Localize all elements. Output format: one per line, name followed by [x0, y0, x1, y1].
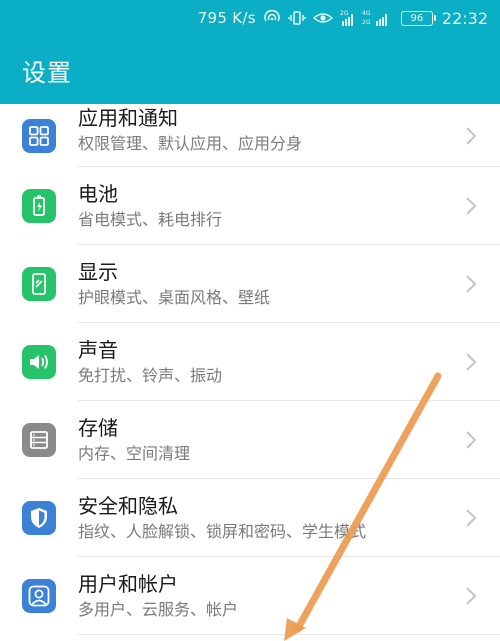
item-title: 应用和通知 [78, 106, 178, 131]
item-subtitle: 省电模式、耗电排行 [78, 210, 223, 229]
settings-item-apps-notifications[interactable]: 应用和通知 权限管理、默认应用、应用分身 [0, 104, 500, 167]
item-subtitle: 护眼模式、桌面风格、壁纸 [78, 288, 271, 307]
shield-icon [22, 501, 56, 535]
item-title: 用户和帐户 [78, 572, 178, 596]
battery-level: 96 [410, 12, 424, 24]
settings-list: 应用和通知 权限管理、默认应用、应用分身 电池 省电模式、耗电排行 显示 护眼模… [0, 104, 500, 635]
chevron-right-icon [466, 353, 477, 371]
chevron-right-icon [466, 509, 477, 527]
battery-indicator: 96 [400, 10, 436, 26]
clock: 22:32 [441, 8, 488, 28]
svg-text:4G: 4G [362, 10, 371, 17]
svg-text:2G: 2G [340, 10, 349, 17]
network-speed: 795 K/s [197, 9, 256, 27]
chevron-right-icon [466, 431, 477, 449]
item-title: 电池 [78, 182, 118, 206]
storage-icon [22, 423, 56, 457]
divider [78, 634, 500, 635]
item-subtitle: 指纹、人脸解锁、锁屏和密码、学生模式 [78, 522, 367, 541]
vibrate-icon [288, 10, 306, 26]
svg-text:2G: 2G [362, 19, 371, 26]
chevron-right-icon [466, 587, 477, 605]
user-icon [22, 579, 56, 613]
sound-icon [22, 345, 56, 379]
display-icon [22, 267, 56, 301]
chevron-right-icon [466, 197, 477, 215]
hotspot-icon [263, 10, 281, 26]
status-bar: 795 K/s 2G 4G 2G 96 22:32 [0, 0, 500, 36]
item-title: 安全和隐私 [78, 494, 178, 518]
item-subtitle: 多用户、云服务、帐户 [78, 600, 239, 619]
item-title: 存储 [78, 416, 118, 440]
chevron-right-icon [466, 126, 477, 145]
settings-item-display[interactable]: 显示 护眼模式、桌面风格、壁纸 [0, 245, 500, 323]
settings-item-battery[interactable]: 电池 省电模式、耗电排行 [0, 167, 500, 245]
settings-item-security-privacy[interactable]: 安全和隐私 指纹、人脸解锁、锁屏和密码、学生模式 [0, 479, 500, 557]
apps-icon [22, 118, 56, 153]
signal-icon: 2G 4G 2G [340, 9, 394, 27]
app-bar: 设置 [0, 36, 500, 104]
item-subtitle: 免打扰、铃声、振动 [78, 366, 223, 385]
item-subtitle: 权限管理、默认应用、应用分身 [78, 134, 303, 154]
battery-icon [22, 189, 56, 223]
page-title: 设置 [22, 58, 72, 87]
chevron-right-icon [466, 275, 477, 293]
settings-item-users-accounts[interactable]: 用户和帐户 多用户、云服务、帐户 [0, 557, 500, 635]
settings-item-sound[interactable]: 声音 免打扰、铃声、振动 [0, 323, 500, 401]
item-title: 显示 [78, 260, 118, 284]
settings-item-storage[interactable]: 存储 内存、空间清理 [0, 401, 500, 479]
item-title: 声音 [78, 338, 118, 362]
item-subtitle: 内存、空间清理 [78, 444, 191, 463]
eye-comfort-icon [312, 10, 333, 26]
